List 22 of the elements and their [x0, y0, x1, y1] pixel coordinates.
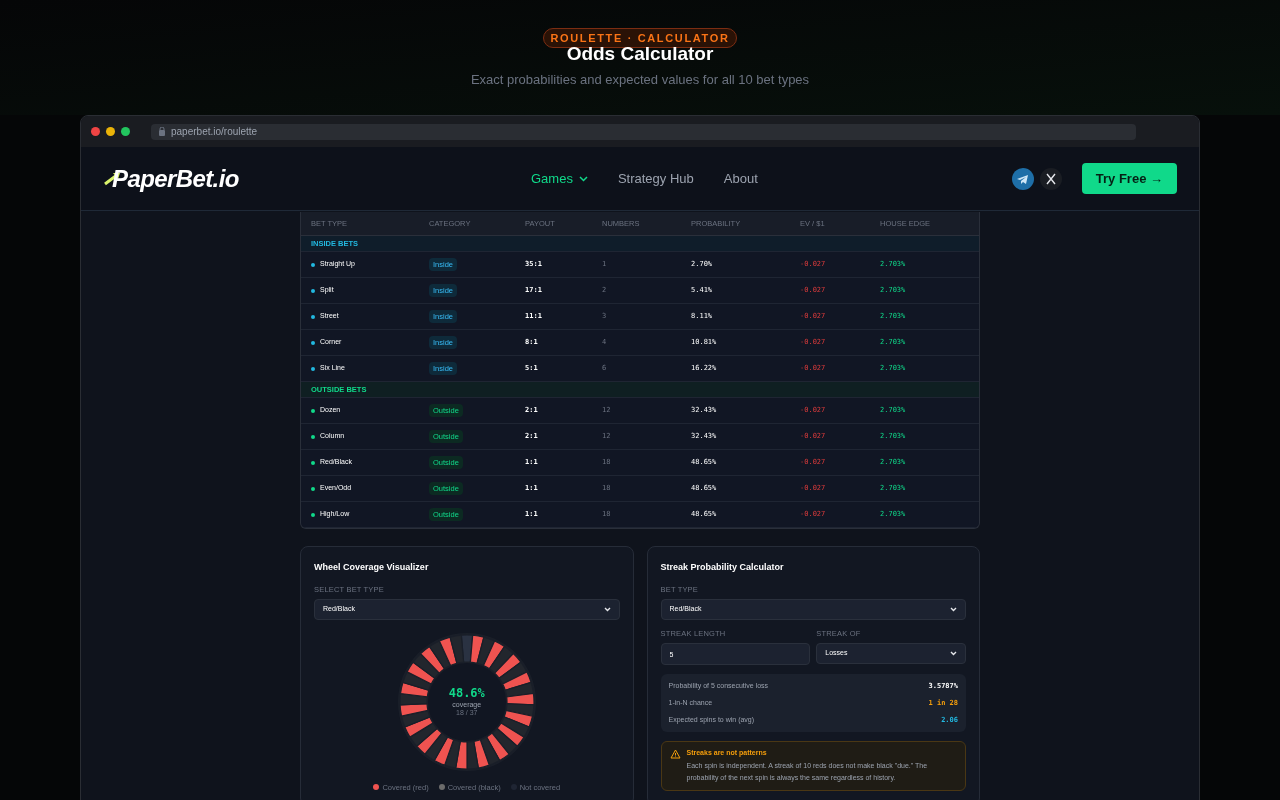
nav-link[interactable]: About [723, 168, 758, 189]
chevron-down-icon [950, 651, 957, 656]
logo[interactable]: PaperBet.io [112, 160, 239, 197]
chevron-down-icon [578, 175, 588, 182]
telegram-icon[interactable] [1011, 167, 1034, 190]
coverage-value: 48.6% [448, 687, 485, 700]
legend-swatch-icon [438, 784, 445, 791]
try-free-button[interactable]: Try Free → [1081, 163, 1177, 194]
card-title: Streak Probability Calculator [660, 561, 785, 574]
chevron-down-icon [603, 606, 611, 612]
warning-icon [669, 749, 681, 759]
x-logo-icon[interactable] [1039, 167, 1062, 190]
eyebrow-badge: ROULETTE · CALCULATOR [543, 28, 737, 48]
card-title: Wheel Coverage Visualizer [314, 561, 430, 574]
url-text: paperbet.io/roulette [171, 125, 258, 139]
chevron-down-icon [950, 606, 957, 612]
nav-link[interactable]: Strategy Hub [617, 168, 694, 189]
address-bar[interactable]: paperbet.io/roulette [151, 123, 1136, 140]
legend-swatch-icon [373, 784, 380, 791]
page-subtitle: Exact probabilities and expected values for all 10 bet types [470, 71, 810, 89]
nav-link[interactable]: Games [531, 168, 588, 189]
lock-icon [159, 127, 165, 136]
